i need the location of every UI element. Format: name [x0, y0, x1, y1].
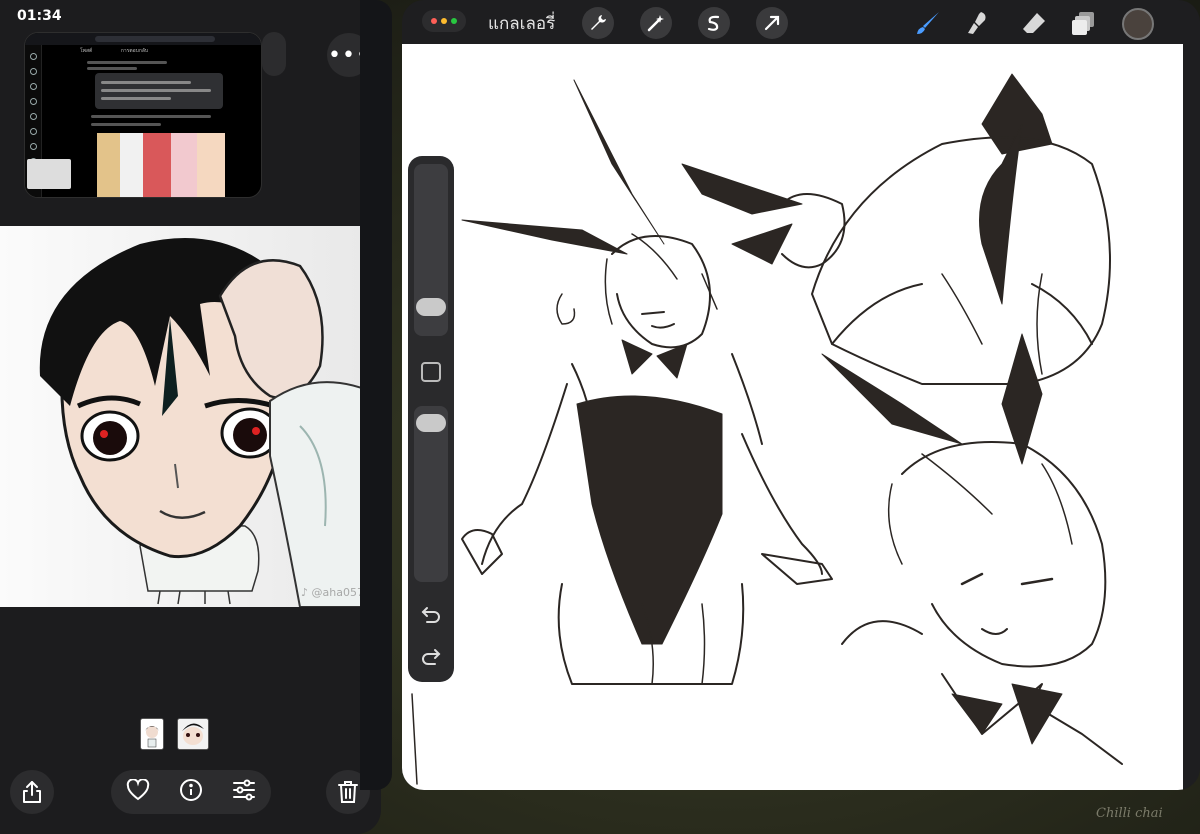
layers-button[interactable] [1068, 7, 1100, 39]
redo-button[interactable] [418, 644, 444, 670]
recent-app-thumbnail[interactable]: โพสต์ การตอบกลับ [24, 32, 262, 198]
color-swatch[interactable] [1122, 8, 1154, 40]
artist-signature: Chilli chai [1096, 806, 1163, 821]
browser-toolbar [25, 33, 261, 45]
eraser-icon [1023, 13, 1045, 33]
eraser-button[interactable] [1018, 7, 1050, 39]
media-thumbnail [27, 159, 71, 189]
window-zoom-dot[interactable] [451, 18, 457, 24]
chibi-illustration [0, 226, 381, 607]
share-button[interactable] [10, 770, 54, 814]
transform-arrow-icon [764, 15, 780, 31]
adjustments-button[interactable] [640, 7, 672, 39]
photo-action-bar [111, 770, 271, 814]
status-time: 01:34 [17, 8, 62, 24]
photos-window[interactable]: 01:34 โพสต์ การตอบกลับ ••• ♪ @aha0574 [0, 0, 381, 834]
info-button[interactable] [179, 778, 203, 806]
redo-icon [422, 649, 441, 665]
layers-icon [1072, 12, 1094, 35]
procreate-toolbar: แกลเลอรี่ [402, 0, 1200, 44]
selection-icon [707, 15, 720, 31]
favorite-button[interactable] [126, 778, 150, 805]
quoted-post [95, 73, 223, 109]
info-icon [179, 779, 202, 801]
brush-size-slider[interactable] [414, 164, 448, 336]
drawing-canvas[interactable] [402, 44, 1183, 790]
heart-icon [126, 778, 149, 801]
window-close-dot[interactable] [431, 18, 437, 24]
opacity-slider[interactable] [414, 406, 448, 582]
procreate-window[interactable]: แกลเลอรี่ [402, 0, 1200, 790]
transform-button[interactable] [756, 7, 788, 39]
bunny-costume-sketches [411, 73, 1123, 785]
undo-button[interactable] [418, 602, 444, 628]
wrench-icon [591, 15, 606, 30]
brush-size-knob[interactable] [416, 298, 446, 316]
opacity-knob[interactable] [416, 414, 446, 432]
window-minimize-dot[interactable] [441, 18, 447, 24]
gallery-link[interactable]: แกลเลอรี่ [488, 10, 555, 37]
post-image-collage [97, 133, 225, 197]
share-icon [23, 781, 41, 803]
actions-button[interactable] [582, 7, 614, 39]
background-app-edge[interactable] [360, 0, 392, 790]
adjust-icon [233, 779, 256, 801]
filmstrip-thumb-selected[interactable] [177, 718, 209, 750]
filmstrip-thumb[interactable] [140, 718, 164, 750]
magic-wand-icon [647, 15, 664, 32]
profile-tabs: โพสต์ การตอบกลับ [80, 48, 149, 54]
edit-button[interactable] [232, 779, 256, 805]
window-grabber[interactable] [262, 32, 286, 76]
brush-sidebar [408, 156, 454, 682]
smudge-icon [968, 12, 986, 34]
smudge-button[interactable] [962, 7, 994, 39]
trash-icon [338, 781, 358, 803]
main-photo[interactable]: ♪ @aha0574 [0, 226, 381, 607]
window-controls[interactable] [422, 10, 466, 32]
brush-button[interactable] [912, 7, 944, 39]
filmstrip[interactable] [140, 718, 209, 750]
brush-icon [917, 12, 939, 34]
undo-icon [421, 607, 440, 623]
selection-button[interactable] [698, 7, 730, 39]
modify-button[interactable] [421, 362, 441, 382]
